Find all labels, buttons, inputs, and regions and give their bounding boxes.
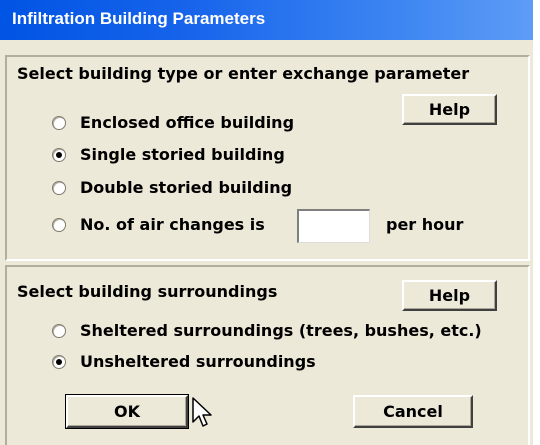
per-hour-label: per hour — [386, 215, 464, 234]
radio-label: Enclosed office building — [80, 113, 295, 132]
building-help-button[interactable]: Help — [402, 94, 497, 125]
radio-label: Sheltered surroundings (trees, bushes, e… — [80, 321, 482, 340]
arrow-cursor-icon — [192, 397, 212, 427]
radio-button-icon[interactable] — [52, 324, 66, 338]
radio-button-icon[interactable] — [52, 116, 66, 130]
title-bar[interactable]: Infiltration Building Parameters — [0, 0, 533, 40]
radio-button-icon[interactable] — [52, 148, 66, 162]
radio-button-icon[interactable] — [52, 355, 66, 369]
surroundings-help-button[interactable]: Help — [402, 280, 497, 311]
window-title: Infiltration Building Parameters — [12, 9, 266, 28]
radio-label: No. of air changes is — [80, 215, 265, 234]
radio-button-icon[interactable] — [52, 218, 66, 232]
dialog-window: Infiltration Building Parameters Select … — [0, 0, 533, 445]
ok-button[interactable]: OK — [65, 394, 189, 429]
radio-button-icon[interactable] — [52, 181, 66, 195]
radio-label: Single storied building — [80, 145, 285, 164]
building-type-heading: Select building type or enter exchange p… — [17, 64, 470, 83]
surroundings-heading: Select building surroundings — [17, 282, 278, 301]
cancel-button[interactable]: Cancel — [353, 395, 473, 428]
radio-label: Unsheltered surroundings — [80, 352, 316, 371]
radio-label: Double storied building — [80, 178, 293, 197]
air-changes-input[interactable] — [297, 209, 370, 243]
